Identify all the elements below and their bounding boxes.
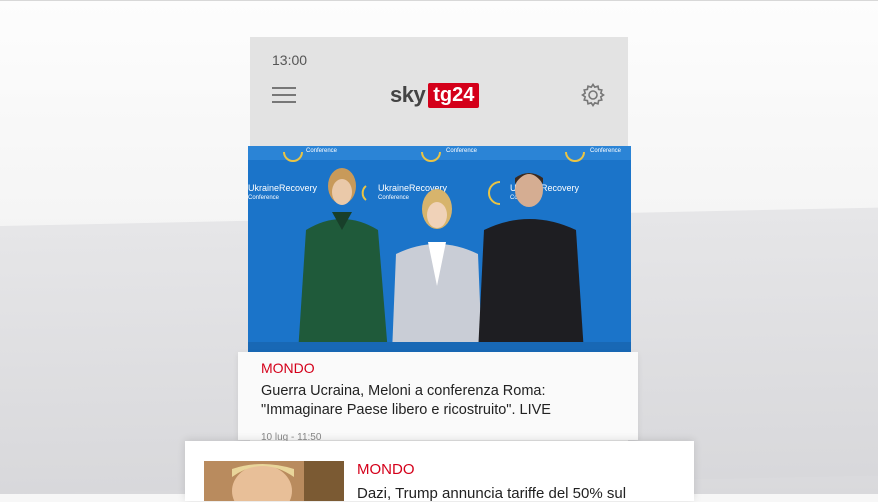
article-thumbnail[interactable] (204, 461, 344, 501)
article-card[interactable]: MONDO Guerra Ucraina, Meloni a conferenz… (238, 352, 638, 443)
gear-icon[interactable] (580, 82, 606, 108)
hero-image[interactable]: Conference Conference Conference Ukraine… (248, 146, 631, 353)
svg-text:Conference: Conference (248, 195, 280, 201)
logo-tg24-text: tg24 (428, 82, 480, 108)
logo-sky-text: sky (390, 82, 426, 107)
status-bar: 13:00 (250, 37, 628, 77)
sky-tg24-logo[interactable]: sky tg24 (390, 82, 480, 108)
svg-text:Conference: Conference (446, 148, 478, 154)
article-section[interactable]: MONDO (261, 360, 315, 376)
app-header: sky tg24 (250, 77, 628, 147)
hamburger-menu-icon[interactable] (272, 87, 296, 103)
article-headline[interactable]: Guerra Ucraina, Meloni a conferenza Roma… (261, 382, 611, 420)
svg-text:Conference: Conference (378, 195, 410, 201)
svg-text:Conference: Conference (306, 148, 338, 154)
article-card-second[interactable]: MONDO Dazi, Trump annuncia tariffe del 5… (185, 441, 694, 502)
svg-text:Conference: Conference (590, 148, 622, 154)
banner-text-left: UkraineRecovery (248, 183, 318, 193)
article-section[interactable]: MONDO (357, 461, 415, 478)
status-time: 13:00 (272, 52, 308, 68)
